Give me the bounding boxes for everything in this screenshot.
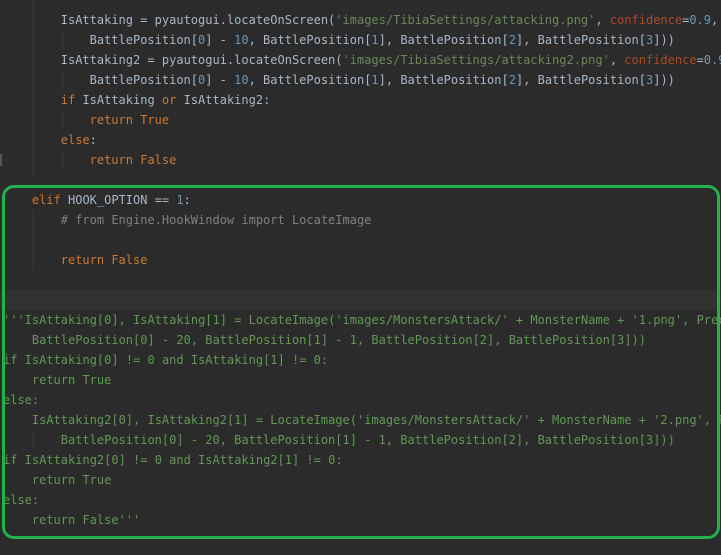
- code-line[interactable]: IsAttaking2 = pyautogui.locateOnScreen('…: [61, 50, 721, 70]
- code-line[interactable]: return False: [90, 150, 177, 170]
- code-token: return True: [89, 113, 170, 127]
- code-token: 2: [508, 33, 516, 47]
- code-token: ] -: [205, 33, 235, 47]
- code-token: IsAttaking2[0], IsAttaking2[1] = LocateI…: [31, 413, 721, 427]
- code-token: ], BattlePosition[: [378, 33, 509, 47]
- code-token: ] -: [205, 73, 235, 87]
- code-token: ], BattlePosition[: [515, 73, 646, 87]
- code-token: elif: [31, 193, 68, 207]
- code-line[interactable]: '''IsAttaking[0], IsAttaking[1] = Locate…: [3, 310, 721, 330]
- code-line[interactable]: return False: [61, 250, 148, 270]
- code-token: :: [89, 133, 97, 147]
- code-token: else:: [3, 393, 40, 407]
- code-token: return False''': [31, 513, 141, 527]
- code-token: BattlePosition[: [89, 33, 198, 47]
- code-token: 10: [234, 73, 249, 87]
- code-token: 0.9: [689, 13, 712, 27]
- code-token: confidence: [609, 13, 683, 27]
- code-editor[interactable]: IsAttaking = pyautogui.locateOnScreen('i…: [0, 0, 721, 555]
- code-token: 2: [508, 73, 516, 87]
- indent-guide: [62, 30, 63, 50]
- code-line[interactable]: return True: [32, 370, 111, 390]
- code-token: ,: [595, 13, 610, 27]
- code-token: ])): [653, 73, 675, 87]
- code-token: 1: [371, 73, 379, 87]
- code-token: 'images/TibiaSettings/attacking2.png': [342, 53, 610, 67]
- code-line[interactable]: return True: [90, 110, 169, 130]
- code-line[interactable]: IsAttaking = pyautogui.locateOnScreen('i…: [61, 10, 721, 30]
- fold-marker[interactable]: [0, 154, 2, 166]
- code-token: , BattlePosition[: [248, 73, 372, 87]
- code-line[interactable]: BattlePosition[0] - 10, BattlePosition[1…: [90, 30, 675, 50]
- code-token: , BattlePosition[: [248, 33, 372, 47]
- code-line[interactable]: else:: [3, 390, 39, 410]
- code-token: :: [183, 193, 191, 207]
- indent-guide: [62, 150, 63, 170]
- indent-guide: [33, 430, 34, 450]
- code-token: BattlePosition[0] - 20, BattlePosition[1…: [31, 333, 646, 347]
- code-token: confidence: [624, 53, 697, 67]
- code-token: BattlePosition[0] - 20, BattlePosition[1…: [60, 433, 675, 447]
- code-line[interactable]: IsAttaking2[0], IsAttaking2[1] = LocateI…: [32, 410, 721, 430]
- code-token: if: [60, 93, 83, 107]
- code-token: return True: [31, 373, 112, 387]
- code-line[interactable]: return True: [32, 470, 111, 490]
- code-token: else:: [3, 493, 40, 507]
- code-token: 'images/TibiaSettings/attacking.png': [335, 13, 596, 27]
- code-line[interactable]: BattlePosition[0] - 20, BattlePosition[1…: [61, 430, 675, 450]
- current-line-highlight: [0, 290, 721, 310]
- code-token: HOOK_OPTION ==: [68, 193, 177, 207]
- code-line[interactable]: else:: [3, 490, 39, 510]
- code-line[interactable]: if IsAttaking or IsAttaking2:: [61, 90, 271, 110]
- code-token: ], BattlePosition[: [515, 33, 646, 47]
- indent-guide: [33, 210, 34, 270]
- code-line[interactable]: else:: [61, 130, 97, 150]
- indent-guide: [33, 0, 34, 176]
- code-line[interactable]: # from Engine.HookWindow import LocateIm…: [61, 210, 372, 230]
- code-line[interactable]: return False''': [32, 510, 140, 530]
- code-token: 10: [234, 33, 249, 47]
- code-token: 1: [176, 193, 184, 207]
- code-token: ,: [711, 13, 719, 27]
- code-token: IsAttaking2 = pyautogui.locateOnScreen(: [60, 53, 343, 67]
- code-line[interactable]: if IsAttaking2[0] != 0 and IsAttaking2[1…: [3, 450, 343, 470]
- code-token: 1: [371, 33, 379, 47]
- indent-guide: [62, 70, 63, 90]
- code-token: ])): [653, 33, 675, 47]
- code-token: return False: [60, 253, 148, 267]
- code-token: # from Engine.HookWindow import LocateIm…: [60, 213, 372, 227]
- code-token: 0.9: [703, 53, 721, 67]
- code-token: or: [161, 93, 184, 107]
- code-token: return False: [89, 153, 177, 167]
- code-token: return True: [31, 473, 112, 487]
- code-token: ], BattlePosition[: [378, 73, 509, 87]
- code-line[interactable]: if IsAttaking[0] != 0 and IsAttaking[1] …: [3, 350, 328, 370]
- code-token: IsAttaking = pyautogui.locateOnScreen(: [60, 13, 336, 27]
- indent-guide: [62, 110, 63, 130]
- code-token: else: [60, 133, 90, 147]
- code-token: BattlePosition[: [89, 73, 198, 87]
- code-token: IsAttaking2:: [183, 93, 271, 107]
- code-line[interactable]: BattlePosition[0] - 10, BattlePosition[1…: [90, 70, 675, 90]
- code-token: if IsAttaking2[0] != 0 and IsAttaking2[1…: [3, 453, 343, 467]
- code-line[interactable]: BattlePosition[0] - 20, BattlePosition[1…: [32, 330, 646, 350]
- code-token: =: [696, 53, 704, 67]
- code-line[interactable]: elif HOOK_OPTION == 1:: [32, 190, 191, 210]
- code-token: if IsAttaking[0] != 0 and IsAttaking[1] …: [3, 353, 329, 367]
- code-token: ,: [609, 53, 625, 67]
- code-token: '''IsAttaking[0], IsAttaking[1] = Locate…: [3, 313, 721, 327]
- code-token: IsAttaking: [82, 93, 162, 107]
